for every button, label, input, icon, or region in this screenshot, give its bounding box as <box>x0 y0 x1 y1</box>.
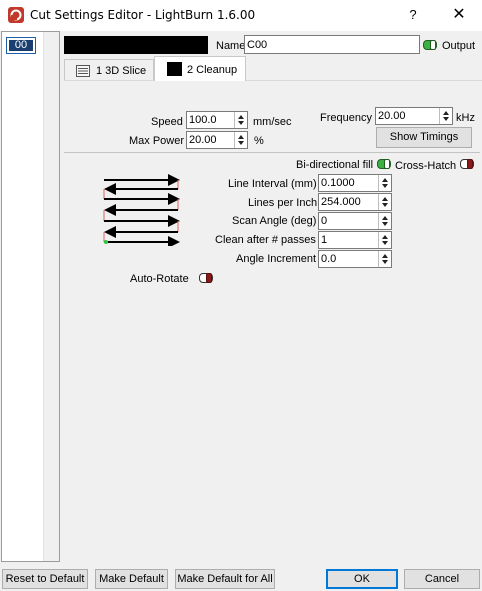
max-power-label: Max Power <box>129 135 185 147</box>
close-button[interactable]: ✕ <box>448 4 470 26</box>
spin-up-icon[interactable] <box>382 235 388 239</box>
section-divider <box>64 152 480 153</box>
lines-per-inch-spinbox[interactable]: 254.000 <box>318 193 392 211</box>
layer-list-scrollbar[interactable] <box>43 32 59 561</box>
layer-color-swatch[interactable] <box>64 36 208 54</box>
crosshatch-label: Cross-Hatch <box>395 160 457 172</box>
bidirectional-label: Bi-directional fill <box>296 159 374 171</box>
speed-label: Speed <box>151 116 183 128</box>
auto-rotate-toggle[interactable] <box>199 273 213 283</box>
lightburn-logo-icon <box>8 7 24 23</box>
lines-per-inch-label: Lines per Inch <box>248 197 318 209</box>
ok-button[interactable]: OK <box>326 569 398 589</box>
bidirectional-toggle[interactable] <box>377 159 391 169</box>
spin-down-icon[interactable] <box>443 117 449 121</box>
spin-down-icon[interactable] <box>382 260 388 264</box>
name-input[interactable] <box>244 35 420 54</box>
clean-after-label: Clean after # passes <box>215 234 316 246</box>
spin-up-icon[interactable] <box>443 111 449 115</box>
spin-up-icon[interactable] <box>238 135 244 139</box>
layers-icon <box>76 65 90 80</box>
scan-angle-spinbox[interactable]: 0 <box>318 212 392 230</box>
window-title: Cut Settings Editor - LightBurn 1.6.00 <box>30 8 256 22</box>
line-interval-value: 0.1000 <box>321 177 355 189</box>
make-default-for-all-button[interactable]: Make Default for All <box>175 569 275 589</box>
angle-increment-spinbox[interactable]: 0.0 <box>318 250 392 268</box>
spin-up-icon[interactable] <box>382 197 388 201</box>
spin-up-icon[interactable] <box>382 254 388 258</box>
name-label: Name <box>216 40 246 52</box>
spin-up-icon[interactable] <box>382 178 388 182</box>
tab-cleanup-label: 2 Cleanup <box>187 64 238 76</box>
help-button[interactable]: ? <box>404 4 422 26</box>
speed-unit: mm/sec <box>253 116 292 128</box>
output-label: Output <box>442 40 476 52</box>
layer-color-icon <box>167 62 182 76</box>
angle-increment-label: Angle Increment <box>236 253 317 265</box>
angle-increment-value: 0.0 <box>321 253 337 265</box>
cancel-button[interactable]: Cancel <box>404 569 480 589</box>
frequency-value: 20.00 <box>378 110 406 122</box>
spin-up-icon[interactable] <box>238 115 244 119</box>
clean-after-spinbox[interactable]: 1 <box>318 231 392 249</box>
output-toggle[interactable] <box>423 40 437 50</box>
line-interval-label: Line Interval (mm) <box>228 178 317 190</box>
lines-per-inch-value: 254.000 <box>321 196 361 208</box>
auto-rotate-label: Auto-Rotate <box>130 273 189 285</box>
spin-up-icon[interactable] <box>382 216 388 220</box>
max-power-unit: % <box>254 135 264 147</box>
layer-list-item-label: 00 <box>9 40 33 51</box>
line-interval-spinbox[interactable]: 0.1000 <box>318 174 392 192</box>
make-default-button[interactable]: Make Default <box>95 569 168 589</box>
spin-down-icon[interactable] <box>382 203 388 207</box>
spin-down-icon[interactable] <box>238 141 244 145</box>
tab-3d-slice[interactable]: 1 3D Slice <box>64 59 154 80</box>
fill-pattern-preview <box>100 174 186 248</box>
max-power-value: 20.00 <box>189 134 217 146</box>
tab-cleanup[interactable]: 2 Cleanup <box>154 56 246 81</box>
speed-spinbox[interactable]: 100.0 <box>186 111 248 129</box>
tab-3d-slice-label: 1 3D Slice <box>96 65 147 77</box>
frequency-label: Frequency <box>320 112 372 124</box>
spin-down-icon[interactable] <box>382 222 388 226</box>
scan-angle-label: Scan Angle (deg) <box>232 215 317 227</box>
scan-angle-value: 0 <box>321 215 328 227</box>
spin-down-icon[interactable] <box>382 241 388 245</box>
layer-list-item[interactable]: 00 <box>6 37 36 54</box>
frequency-unit: kHz <box>456 112 475 124</box>
clean-after-value: 1 <box>321 234 328 246</box>
reset-to-default-button[interactable]: Reset to Default <box>2 569 88 589</box>
frequency-spinbox[interactable]: 20.00 <box>375 107 453 125</box>
max-power-spinbox[interactable]: 20.00 <box>186 131 248 149</box>
spin-down-icon[interactable] <box>382 184 388 188</box>
spin-down-icon[interactable] <box>238 121 244 125</box>
show-timings-button[interactable]: Show Timings <box>376 127 472 148</box>
speed-value: 100.0 <box>189 114 217 126</box>
crosshatch-toggle[interactable] <box>460 159 474 169</box>
